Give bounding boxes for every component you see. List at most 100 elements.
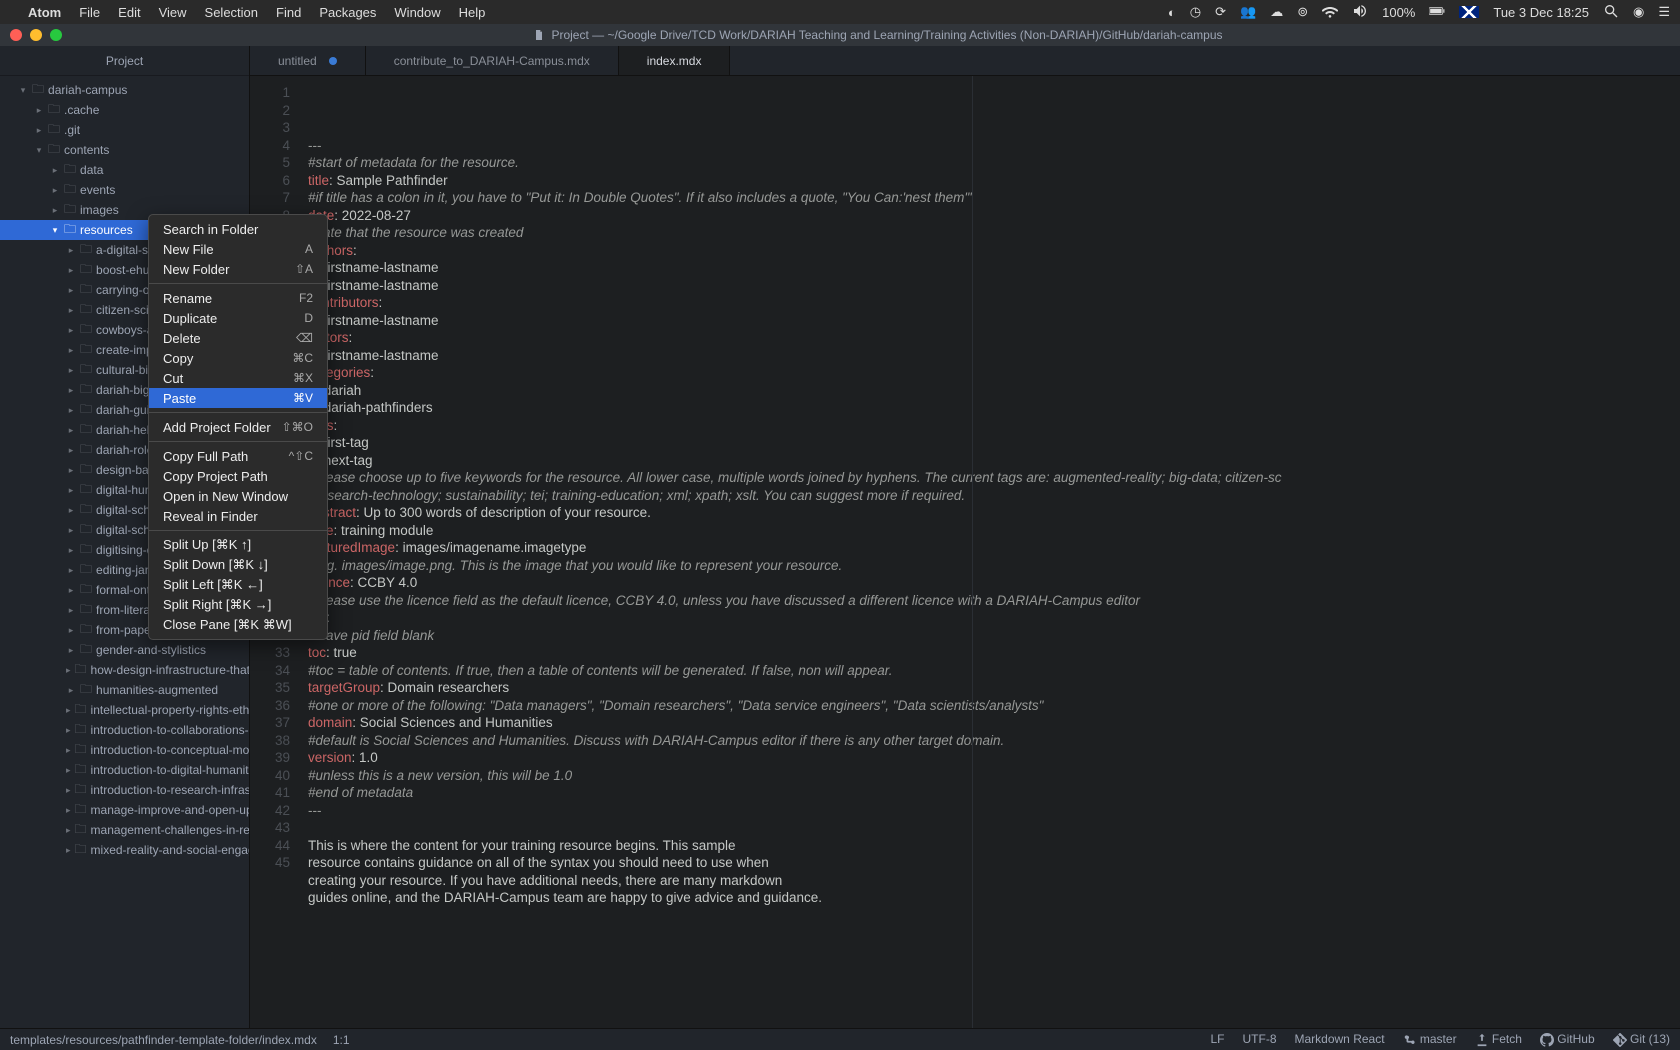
context-menu-item[interactable]: Split Left [⌘K ←] — [149, 575, 327, 595]
code-line[interactable]: type: training module — [308, 522, 1680, 540]
code-line[interactable]: - dariah — [308, 382, 1680, 400]
code-line[interactable]: --- — [308, 802, 1680, 820]
context-menu-item[interactable]: RenameF2 — [149, 288, 327, 308]
tree-item-events[interactable]: ▸🗀events — [0, 180, 249, 200]
context-menu-item[interactable]: Paste⌘V — [149, 388, 327, 408]
menu-edit[interactable]: Edit — [118, 5, 140, 20]
tree-item[interactable]: ▸🗀manage-improve-and-open-up-yo — [0, 800, 249, 820]
status-cursor[interactable]: 1:1 — [333, 1033, 350, 1047]
menu-window[interactable]: Window — [394, 5, 440, 20]
code-line[interactable]: editors: — [308, 329, 1680, 347]
menu-selection[interactable]: Selection — [205, 5, 258, 20]
status-encoding[interactable]: UTF-8 — [1243, 1032, 1277, 1046]
tree-item[interactable]: ▸🗀introduction-to-research-infrastru — [0, 780, 249, 800]
code-line[interactable]: #please use the licence field as the def… — [308, 592, 1680, 610]
status-branch[interactable]: master — [1403, 1032, 1457, 1047]
code-line[interactable] — [308, 907, 1680, 925]
context-menu-item[interactable]: Reveal in Finder — [149, 506, 327, 526]
context-menu-item[interactable]: Open in New Window — [149, 486, 327, 506]
code-line[interactable]: date: 2022-08-27 — [308, 207, 1680, 225]
code-line[interactable]: - firstname-lastname — [308, 277, 1680, 295]
code-line[interactable]: #if title has a colon in it, you have to… — [308, 189, 1680, 207]
tree-item[interactable]: ▸🗀how-design-infrastructure-that-co — [0, 660, 249, 680]
clock-icon[interactable]: ◷ — [1190, 4, 1201, 20]
input-flag-icon[interactable] — [1459, 6, 1479, 18]
code-line[interactable]: - next-tag — [308, 452, 1680, 470]
code-line[interactable]: #default is Social Sciences and Humaniti… — [308, 732, 1680, 750]
code-line[interactable]: #toc = table of contents. If true, then … — [308, 662, 1680, 680]
context-menu-item[interactable]: Split Down [⌘K ↓] — [149, 555, 327, 575]
tree-root[interactable]: ▾🗀dariah-campus — [0, 80, 249, 100]
code-line[interactable]: - firstname-lastname — [308, 312, 1680, 330]
hotspot-icon[interactable]: ⊚ — [1297, 4, 1308, 20]
tree-item-.cache[interactable]: ▸🗀.cache — [0, 100, 249, 120]
status-github[interactable]: GitHub — [1540, 1032, 1595, 1047]
tree-item-.git[interactable]: ▸🗀.git — [0, 120, 249, 140]
code-line[interactable]: pid: — [308, 609, 1680, 627]
context-menu-item[interactable]: Copy Project Path — [149, 466, 327, 486]
context-menu-item[interactable]: Cut⌘X — [149, 368, 327, 388]
code-line[interactable]: resource contains guidance on all of the… — [308, 854, 1680, 872]
tree-item[interactable]: ▸🗀gender-and-stylistics — [0, 640, 249, 660]
code-line[interactable]: authors: — [308, 242, 1680, 260]
context-menu-item[interactable]: Add Project Folder⇧⌘O — [149, 417, 327, 437]
code-line[interactable]: title: Sample Pathfinder — [308, 172, 1680, 190]
tree-item[interactable]: ▸🗀management-challenges-in-resea — [0, 820, 249, 840]
context-menu-item[interactable]: Copy⌘C — [149, 348, 327, 368]
tree-item-contents[interactable]: ▾🗀contents — [0, 140, 249, 160]
dnd-icon[interactable]: ◐ — [1168, 5, 1176, 20]
context-menu-item[interactable]: New Folder⇧A — [149, 259, 327, 279]
editor-tab[interactable]: untitled — [250, 46, 366, 75]
code-line[interactable] — [308, 819, 1680, 837]
volume-icon[interactable] — [1352, 3, 1368, 22]
spotlight-icon[interactable] — [1603, 3, 1619, 22]
code-line[interactable]: guides online, and the DARIAH-Campus tea… — [308, 889, 1680, 907]
status-grammar[interactable]: Markdown React — [1295, 1032, 1385, 1046]
code-line[interactable]: creating your resource. If you have addi… — [308, 872, 1680, 890]
tree-item[interactable]: ▸🗀introduction-to-conceptual-model — [0, 740, 249, 760]
context-menu-item[interactable]: Delete⌫ — [149, 328, 327, 348]
code-line[interactable]: tags: — [308, 417, 1680, 435]
code-line[interactable]: - first-tag — [308, 434, 1680, 452]
code-line[interactable]: --- — [308, 137, 1680, 155]
code-line[interactable]: abstract: Up to 300 words of description… — [308, 504, 1680, 522]
control-center-icon[interactable]: ☰ — [1658, 4, 1670, 20]
context-menu-item[interactable]: Copy Full Path^⇧C — [149, 446, 327, 466]
menu-file[interactable]: File — [79, 5, 100, 20]
status-git[interactable]: Git (13) — [1613, 1032, 1670, 1047]
code-line[interactable]: #research-technology; sustainability; te… — [308, 487, 1680, 505]
code-line[interactable]: #start of metadata for the resource. — [308, 154, 1680, 172]
code-line[interactable]: - firstname-lastname — [308, 347, 1680, 365]
code-line[interactable]: #one or more of the following: "Data man… — [308, 697, 1680, 715]
editor-tab[interactable]: index.mdx — [619, 46, 731, 75]
context-menu-item[interactable]: Search in Folder — [149, 219, 327, 239]
code-line[interactable]: #leave pid field blank — [308, 627, 1680, 645]
code-line[interactable]: #unless this is a new version, this will… — [308, 767, 1680, 785]
status-fetch[interactable]: Fetch — [1475, 1032, 1522, 1047]
context-menu-item[interactable]: Split Up [⌘K ↑] — [149, 535, 327, 555]
zoom-window-button[interactable] — [50, 29, 62, 41]
status-eol[interactable]: LF — [1210, 1032, 1224, 1046]
code-line[interactable]: #date that the resource was created — [308, 224, 1680, 242]
code-line[interactable]: This is where the content for your train… — [308, 837, 1680, 855]
users-icon[interactable]: 👥 — [1240, 4, 1256, 20]
minimize-window-button[interactable] — [30, 29, 42, 41]
code-line[interactable]: contributors: — [308, 294, 1680, 312]
context-menu-item[interactable]: New FileA — [149, 239, 327, 259]
tree-item[interactable]: ▸🗀introduction-to-collaborations-in- — [0, 720, 249, 740]
code-line[interactable]: - dariah-pathfinders — [308, 399, 1680, 417]
code-line[interactable]: licence: CCBY 4.0 — [308, 574, 1680, 592]
context-menu-item[interactable]: Split Right [⌘K →] — [149, 595, 327, 615]
close-window-button[interactable] — [10, 29, 22, 41]
menu-packages[interactable]: Packages — [319, 5, 376, 20]
status-path[interactable]: templates/resources/pathfinder-template-… — [10, 1033, 317, 1047]
sync-icon[interactable]: ⟳ — [1215, 4, 1226, 20]
menu-help[interactable]: Help — [459, 5, 486, 20]
code-line[interactable]: domain: Social Sciences and Humanities — [308, 714, 1680, 732]
tree-item[interactable]: ▸🗀humanities-augmented — [0, 680, 249, 700]
context-menu-item[interactable]: Close Pane [⌘K ⌘W] — [149, 615, 327, 635]
siri-icon[interactable]: ◉ — [1633, 4, 1644, 20]
menubar-app[interactable]: Atom — [28, 5, 61, 20]
code-line[interactable]: version: 1.0 — [308, 749, 1680, 767]
cloud-icon[interactable]: ☁ — [1270, 4, 1283, 20]
